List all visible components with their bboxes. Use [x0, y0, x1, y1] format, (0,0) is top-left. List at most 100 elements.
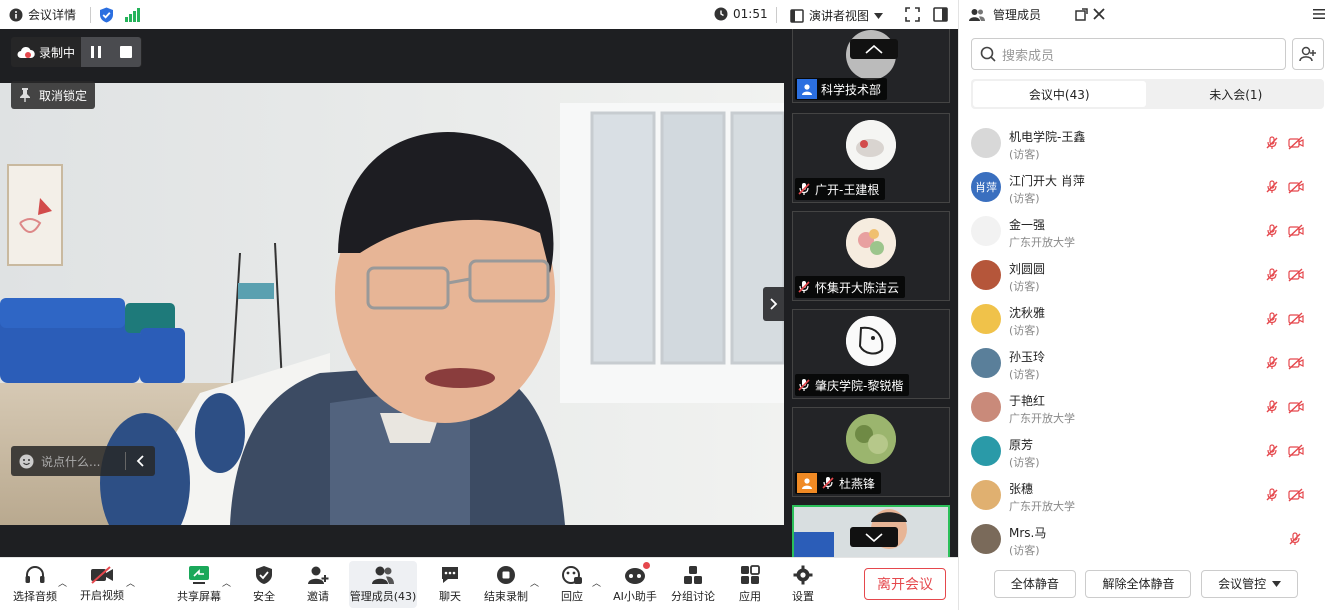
member-row[interactable]: 刘圆圆 (访客)	[971, 252, 1321, 296]
camera-off-icon[interactable]	[1288, 136, 1304, 150]
camera-off-icon[interactable]	[1288, 400, 1304, 414]
add-member-button[interactable]	[1292, 38, 1324, 70]
recording-status: 录制中	[11, 37, 81, 67]
member-row[interactable]: 金一强 广东开放大学	[971, 208, 1321, 252]
react-options-caret[interactable]: ︿	[592, 576, 601, 589]
sidebar-toggle-icon[interactable]	[933, 7, 948, 22]
breakout-icon	[684, 566, 702, 584]
member-row[interactable]: Mrs.马 (访客)	[971, 516, 1321, 557]
manage-members-button[interactable]: 管理成员(43)	[349, 561, 417, 608]
meeting-control-button[interactable]: 会议管控	[1201, 569, 1299, 598]
participant-tile[interactable]: 怀集开大陈洁云	[792, 211, 950, 301]
user-icon	[797, 473, 817, 493]
camera-off-icon	[91, 566, 113, 584]
breakout-button[interactable]: 分组讨论	[669, 558, 717, 610]
member-avatar	[971, 480, 1001, 510]
scroll-down-button[interactable]	[850, 527, 898, 547]
fullscreen-icon[interactable]	[905, 7, 920, 22]
member-row[interactable]: 原芳 (访客)	[971, 428, 1321, 472]
meeting-details-button[interactable]: 会议详情	[9, 6, 76, 23]
expand-strip-button[interactable]	[763, 287, 784, 321]
mic-off-icon[interactable]	[1265, 312, 1279, 326]
members-icon	[372, 566, 394, 584]
mic-off-icon[interactable]	[1288, 532, 1302, 546]
unmute-all-button[interactable]: 解除全体静音	[1085, 569, 1192, 598]
menu-icon[interactable]	[1313, 8, 1325, 20]
shield-check-icon[interactable]	[99, 7, 114, 23]
member-row[interactable]: 张穗 广东开放大学	[971, 472, 1321, 516]
unpin-button[interactable]: 取消锁定	[11, 81, 96, 109]
camera-off-icon[interactable]	[1288, 444, 1304, 458]
ai-assistant-button[interactable]: AI小助手	[611, 558, 659, 610]
apps-button[interactable]: 应用	[733, 558, 767, 610]
video-button[interactable]: 开启视频	[79, 558, 125, 610]
share-screen-button[interactable]: 共享屏幕	[175, 558, 223, 610]
popout-icon[interactable]	[1075, 8, 1088, 21]
member-row[interactable]: 机电学院-王鑫 (访客)	[971, 120, 1321, 164]
mic-off-icon[interactable]	[1265, 136, 1279, 150]
mic-off-icon[interactable]	[1265, 180, 1279, 194]
participant-tile[interactable]: 广开-王建根	[792, 113, 950, 203]
camera-off-icon[interactable]	[1288, 312, 1304, 326]
member-row[interactable]: 孙玉玲 (访客)	[971, 340, 1321, 384]
chat-bubble-input[interactable]: 说点什么...	[11, 446, 155, 476]
mic-off-icon[interactable]	[1265, 356, 1279, 370]
member-tabs: 会议中(43) 未入会(1)	[971, 79, 1324, 109]
member-row[interactable]: 于艳红 广东开放大学	[971, 384, 1321, 428]
member-role: 广东开放大学	[1009, 500, 1075, 513]
tile-name: 科学技术部	[795, 78, 888, 100]
apps-grid-icon	[741, 565, 760, 584]
pause-icon[interactable]	[90, 46, 102, 58]
camera-off-icon[interactable]	[1288, 224, 1304, 238]
tile-name: 杜燕锋	[795, 472, 882, 494]
stop-icon[interactable]	[120, 46, 133, 58]
chevron-left-icon[interactable]	[136, 455, 144, 467]
mic-off-icon[interactable]	[1265, 224, 1279, 238]
bottom-toolbar: 选择音频 ︿ 开启视频 ︿ 共享屏幕 ︿ 安全 邀请 管理成员(43) 聊天 结…	[0, 557, 958, 610]
mic-off-icon[interactable]	[1265, 488, 1279, 502]
ai-assistant-icon	[625, 568, 645, 584]
end-recording-button[interactable]: 结束录制	[481, 558, 531, 610]
camera-off-icon[interactable]	[1288, 180, 1304, 194]
member-name: 刘圆圆	[1009, 262, 1046, 276]
member-row[interactable]: 肖萍 江门开大 肖萍 (访客)	[971, 164, 1321, 208]
mic-off-icon[interactable]	[1265, 268, 1279, 282]
scroll-up-button[interactable]	[850, 39, 898, 59]
invite-button[interactable]: 邀请	[301, 558, 335, 610]
mute-all-button[interactable]: 全体静音	[993, 569, 1076, 598]
record-stop-icon	[497, 566, 515, 584]
camera-off-icon[interactable]	[1288, 356, 1304, 370]
apps-label: 应用	[739, 590, 761, 603]
chat-button[interactable]: 聊天	[433, 558, 467, 610]
participant-tile[interactable]: 肇庆学院-黎锐楷	[792, 309, 950, 399]
mic-off-icon[interactable]	[1265, 444, 1279, 458]
camera-off-icon[interactable]	[1288, 268, 1304, 282]
security-label: 安全	[253, 590, 275, 603]
mic-off-icon[interactable]	[1265, 400, 1279, 414]
hand-icon	[562, 566, 582, 584]
audio-button[interactable]: 选择音频	[13, 558, 57, 610]
leave-meeting-button[interactable]: 离开会议	[864, 568, 946, 600]
security-button[interactable]: 安全	[247, 558, 281, 610]
search-input[interactable]: 搜索成员	[971, 38, 1286, 70]
camera-off-icon[interactable]	[1288, 488, 1304, 502]
recording-control: 录制中	[11, 37, 142, 67]
participant-tile[interactable]: 杜燕锋	[792, 407, 950, 497]
tab-not-joined[interactable]: 未入会(1)	[1150, 81, 1323, 107]
share-options-caret[interactable]: ︿	[222, 576, 231, 589]
member-row[interactable]: 沈秋雅 (访客)	[971, 296, 1321, 340]
video-options-caret[interactable]: ︿	[126, 576, 135, 589]
close-icon[interactable]	[1093, 8, 1105, 20]
record-options-caret[interactable]: ︿	[530, 576, 539, 589]
settings-button[interactable]: 设置	[786, 558, 820, 610]
view-switch-button[interactable]: 演讲者视图	[790, 7, 884, 24]
reactions-button[interactable]: 回应	[555, 558, 589, 610]
tab-in-meeting[interactable]: 会议中(43)	[973, 81, 1146, 107]
emoji-icon[interactable]	[19, 454, 34, 469]
member-avatar: 肖萍	[971, 172, 1001, 202]
audio-options-caret[interactable]: ︿	[58, 576, 67, 589]
add-user-icon	[308, 566, 329, 584]
member-name: 于艳红	[1009, 394, 1046, 408]
network-signal-icon[interactable]	[125, 7, 141, 22]
add-user-icon	[1299, 46, 1316, 62]
